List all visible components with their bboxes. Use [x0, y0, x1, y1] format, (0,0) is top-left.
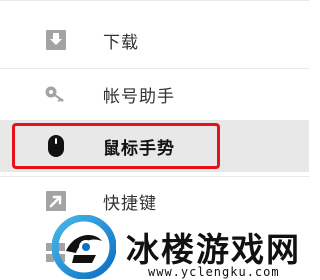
- watermark-url: www.yclengku.com: [148, 265, 280, 279]
- download-icon: [44, 28, 68, 52]
- divider: [0, 68, 309, 69]
- menu-item-download[interactable]: 下载: [0, 18, 309, 62]
- divider: [0, 176, 309, 177]
- menu-item-account-assistant[interactable]: 帐号助手: [0, 72, 309, 116]
- watermark: 冰楼游戏网 www.yclengku.com: [0, 205, 309, 280]
- highlight-box: [12, 123, 220, 169]
- divider: [0, 0, 309, 1]
- watermark-logo: [52, 215, 116, 279]
- menu-item-label: 下载: [103, 32, 139, 53]
- menu-item-label: 帐号助手: [103, 86, 175, 107]
- watermark-title: 冰楼游戏网: [126, 230, 301, 269]
- key-icon: [44, 82, 68, 106]
